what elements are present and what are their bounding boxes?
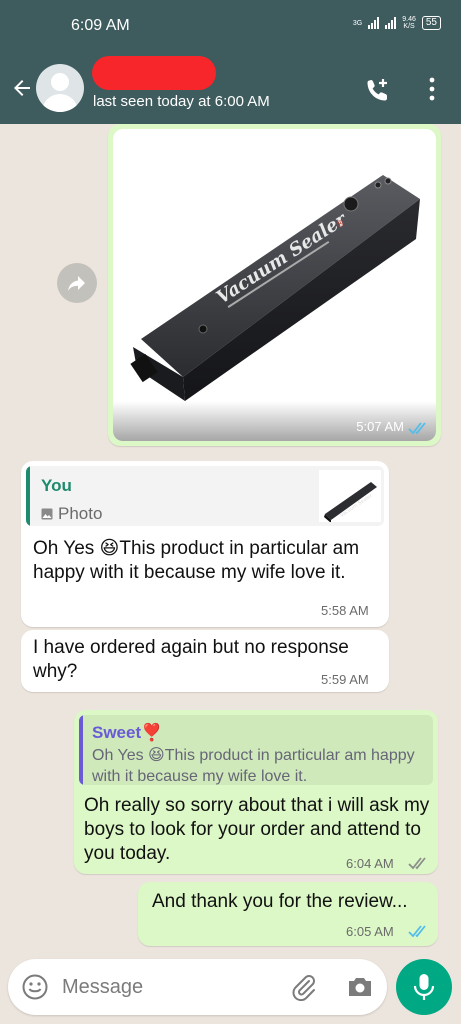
status-icons: 3G 9.46 K/S 55 xyxy=(353,16,441,30)
battery-level: 55 xyxy=(425,17,437,28)
quote-bar xyxy=(79,715,83,785)
status-bar: 6:09 AM 3G 9.46 K/S 55 xyxy=(0,0,461,52)
incoming-message[interactable]: You Photo Vacuum Sealer Oh Yes 😆This pro… xyxy=(21,461,389,627)
message-time: 5:59 AM xyxy=(321,672,369,687)
incoming-message[interactable]: I have ordered again but no response why… xyxy=(21,630,389,692)
net-speed-value: 9.46 xyxy=(402,16,416,23)
voice-record-button[interactable] xyxy=(396,959,452,1015)
message-text: And thank you for the review... xyxy=(152,891,408,912)
quote-author: You xyxy=(41,476,72,495)
chat-header: last seen today at 6:00 AM xyxy=(0,52,461,124)
outgoing-message[interactable]: And thank you for the review... 6:05 AM xyxy=(138,882,438,946)
message-time: 6:04 AM xyxy=(346,856,394,871)
mic-icon xyxy=(413,974,435,1000)
delivered-ticks-icon xyxy=(408,857,426,870)
quoted-message[interactable]: You Photo Vacuum Sealer xyxy=(26,466,384,526)
status-time: 6:09 AM xyxy=(71,17,130,34)
forward-icon xyxy=(68,276,85,291)
image-message[interactable]: Vacuum Sealer ® 5:07 AM xyxy=(108,124,441,446)
photo-icon xyxy=(41,508,53,520)
emoji-icon[interactable] xyxy=(21,973,49,1001)
attach-icon[interactable] xyxy=(290,973,318,1001)
more-vert-icon[interactable] xyxy=(426,76,438,102)
message-text: Oh Yes 😆This product in particular am ha… xyxy=(33,538,360,583)
vacuum-sealer-image: Vacuum Sealer ® xyxy=(130,175,420,401)
quote-text: Oh Yes 😆This product in particular am ha… xyxy=(92,747,415,785)
add-call-icon[interactable] xyxy=(364,76,392,104)
signal-icon xyxy=(368,17,380,29)
contact-name-redacted[interactable] xyxy=(92,56,216,90)
quote-type-label: Photo xyxy=(58,504,103,523)
product-photo[interactable]: Vacuum Sealer ® 5:07 AM xyxy=(113,129,436,441)
signal-icon-2 xyxy=(385,17,397,29)
avatar[interactable] xyxy=(36,64,84,112)
camera-icon[interactable] xyxy=(346,974,374,1000)
quote-bar xyxy=(26,466,30,526)
net-speed: 9.46 K/S xyxy=(402,16,416,30)
back-arrow-icon[interactable] xyxy=(10,76,34,100)
read-ticks-icon xyxy=(408,925,426,938)
quote-thumbnail: Vacuum Sealer xyxy=(319,470,381,522)
quote-author: Sweet❣️ xyxy=(92,723,163,742)
message-time: 6:05 AM xyxy=(346,924,394,939)
avatar-head xyxy=(51,73,69,91)
message-input[interactable] xyxy=(62,974,282,1000)
chat-area[interactable]: Vacuum Sealer ® 5:07 AM You Photo Vacuum… xyxy=(0,124,461,954)
forward-button[interactable] xyxy=(57,263,97,303)
battery-icon: 55 xyxy=(421,16,441,30)
message-time: 5:07 AM xyxy=(356,419,404,434)
quoted-message[interactable]: Sweet❣️ Oh Yes 😆This product in particul… xyxy=(79,715,433,785)
message-time: 5:58 AM xyxy=(321,603,369,618)
network-type: 3G xyxy=(352,19,363,27)
message-composer xyxy=(8,959,387,1015)
net-speed-unit: K/S xyxy=(403,23,415,30)
last-seen: last seen today at 6:00 AM xyxy=(93,93,270,110)
outgoing-message[interactable]: Sweet❣️ Oh Yes 😆This product in particul… xyxy=(74,710,438,874)
read-ticks-icon xyxy=(408,422,426,435)
avatar-body xyxy=(42,94,78,112)
